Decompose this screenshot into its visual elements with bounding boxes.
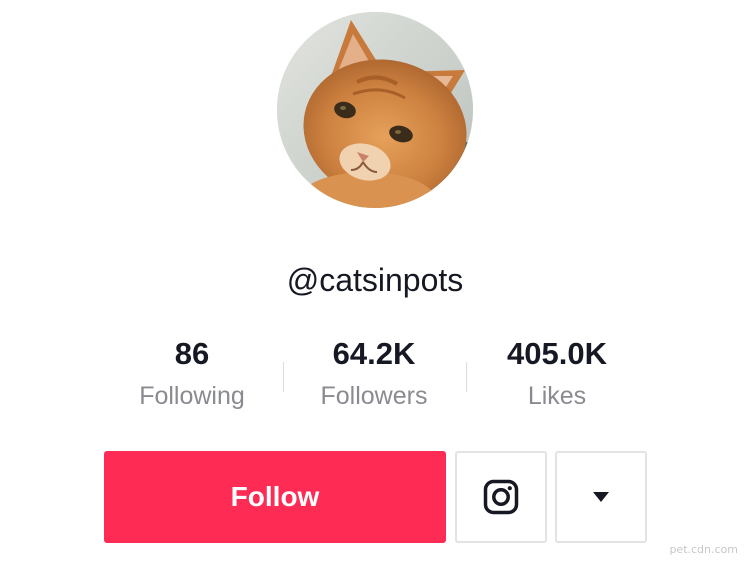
- follow-button-label: Follow: [230, 481, 320, 512]
- stat-likes[interactable]: 405.0K Likes: [457, 334, 657, 412]
- instagram-button[interactable]: [455, 451, 547, 543]
- cat-photo-icon: [277, 12, 473, 208]
- following-label: Following: [139, 382, 245, 410]
- profile-username: @catsinpots: [286, 262, 464, 298]
- more-options-button[interactable]: [555, 451, 647, 543]
- instagram-icon: [483, 479, 519, 515]
- profile-avatar[interactable]: [277, 12, 473, 208]
- follow-button[interactable]: Follow: [104, 451, 446, 543]
- likes-label: Likes: [527, 382, 587, 410]
- stat-followers[interactable]: 64.2K Followers: [274, 334, 474, 412]
- likes-count: 405.0K: [507, 336, 607, 371]
- stat-following[interactable]: 86 Following: [92, 334, 292, 412]
- caret-down-icon: [593, 492, 609, 502]
- following-count: 86: [174, 336, 210, 371]
- followers-count: 64.2K: [332, 336, 416, 371]
- watermark-text: pet.cdn.com: [669, 543, 738, 556]
- followers-label: Followers: [320, 382, 428, 410]
